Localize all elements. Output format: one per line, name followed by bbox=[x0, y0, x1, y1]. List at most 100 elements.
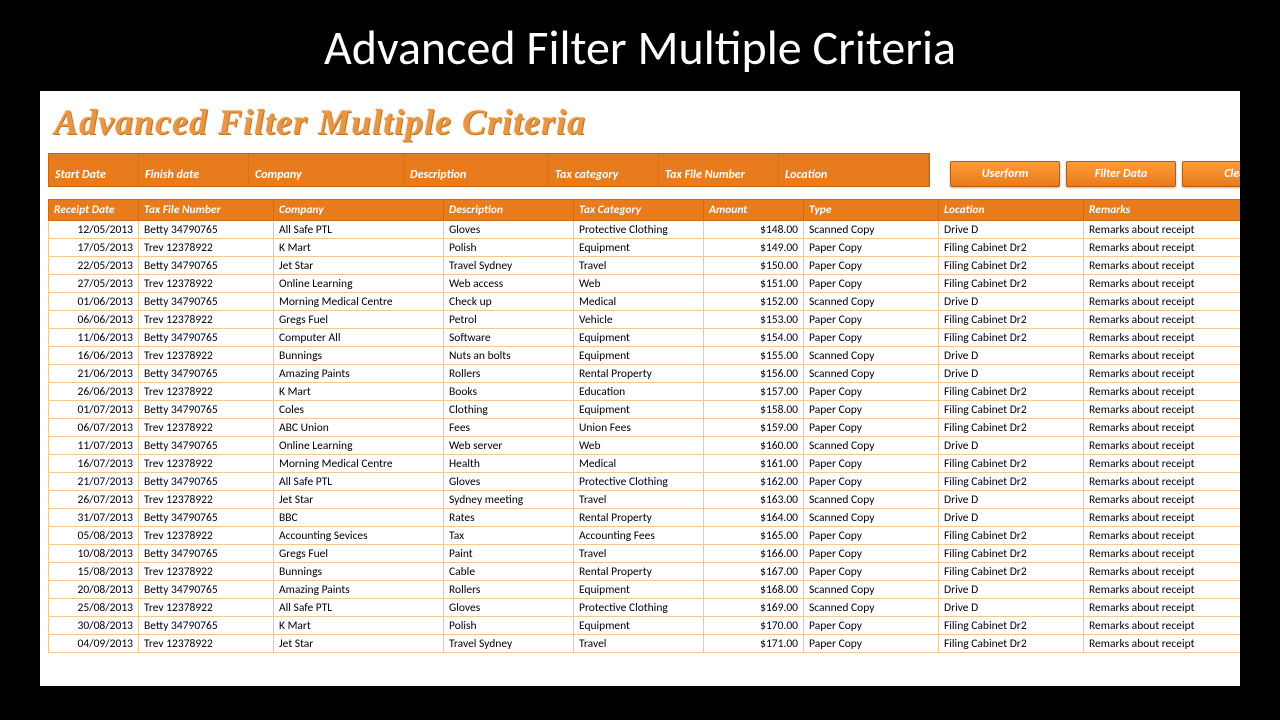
cell[interactable]: Medical bbox=[574, 293, 704, 311]
column-header[interactable]: Receipt Date bbox=[49, 200, 139, 221]
cell[interactable]: Filing Cabinet Dr2 bbox=[939, 563, 1084, 581]
table-row[interactable]: 27/05/2013Trev 12378922Online LearningWe… bbox=[49, 275, 1241, 293]
cell[interactable]: $170.00 bbox=[704, 617, 804, 635]
cell[interactable]: Trev 12378922 bbox=[139, 383, 274, 401]
cell[interactable]: $163.00 bbox=[704, 491, 804, 509]
cell[interactable]: Trev 12378922 bbox=[139, 563, 274, 581]
cell[interactable]: Accounting Sevices bbox=[274, 527, 444, 545]
cell[interactable]: Scanned Copy bbox=[804, 347, 939, 365]
cell[interactable]: Web access bbox=[444, 275, 574, 293]
table-row[interactable]: 06/07/2013Trev 12378922ABC UnionFeesUnio… bbox=[49, 419, 1241, 437]
cell[interactable]: Paper Copy bbox=[804, 545, 939, 563]
table-row[interactable]: 21/07/2013Betty 34790765All Safe PTLGlov… bbox=[49, 473, 1241, 491]
cell[interactable]: Scanned Copy bbox=[804, 221, 939, 239]
cell[interactable]: Coles bbox=[274, 401, 444, 419]
cell[interactable]: All Safe PTL bbox=[274, 221, 444, 239]
cell[interactable]: Equipment bbox=[574, 581, 704, 599]
cell[interactable]: 01/06/2013 bbox=[49, 293, 139, 311]
filter-data-button[interactable]: Filter Data bbox=[1066, 161, 1176, 187]
table-row[interactable]: 05/08/2013Trev 12378922Accounting Sevice… bbox=[49, 527, 1241, 545]
cell[interactable]: Paper Copy bbox=[804, 473, 939, 491]
cell[interactable]: Trev 12378922 bbox=[139, 275, 274, 293]
cell[interactable]: Rollers bbox=[444, 581, 574, 599]
cell[interactable]: Scanned Copy bbox=[804, 599, 939, 617]
cell[interactable]: Bunnings bbox=[274, 347, 444, 365]
cell[interactable]: Morning Medical Centre bbox=[274, 293, 444, 311]
cell[interactable]: K Mart bbox=[274, 617, 444, 635]
cell[interactable]: 20/08/2013 bbox=[49, 581, 139, 599]
cell[interactable]: Health bbox=[444, 455, 574, 473]
cell[interactable]: Filing Cabinet Dr2 bbox=[939, 617, 1084, 635]
cell[interactable]: Scanned Copy bbox=[804, 509, 939, 527]
cell[interactable]: 21/06/2013 bbox=[49, 365, 139, 383]
cell[interactable]: Betty 34790765 bbox=[139, 617, 274, 635]
cell[interactable]: Scanned Copy bbox=[804, 581, 939, 599]
cell[interactable]: Filing Cabinet Dr2 bbox=[939, 383, 1084, 401]
cell[interactable]: Remarks about receipt bbox=[1084, 365, 1241, 383]
cell[interactable]: Cable bbox=[444, 563, 574, 581]
cell[interactable]: Online Learning bbox=[274, 275, 444, 293]
table-row[interactable]: 06/06/2013Trev 12378922Gregs FuelPetrolV… bbox=[49, 311, 1241, 329]
cell[interactable]: $156.00 bbox=[704, 365, 804, 383]
cell[interactable]: Remarks about receipt bbox=[1084, 221, 1241, 239]
cell[interactable]: 06/07/2013 bbox=[49, 419, 139, 437]
cell[interactable]: Betty 34790765 bbox=[139, 509, 274, 527]
cell[interactable]: $171.00 bbox=[704, 635, 804, 653]
cell[interactable]: Remarks about receipt bbox=[1084, 293, 1241, 311]
cell[interactable]: Sydney meeting bbox=[444, 491, 574, 509]
cell[interactable]: Travel bbox=[574, 257, 704, 275]
cell[interactable]: Accounting Fees bbox=[574, 527, 704, 545]
table-row[interactable]: 10/08/2013Betty 34790765Gregs FuelPaintT… bbox=[49, 545, 1241, 563]
cell[interactable]: Paper Copy bbox=[804, 455, 939, 473]
cell[interactable]: $168.00 bbox=[704, 581, 804, 599]
cell[interactable]: Equipment bbox=[574, 401, 704, 419]
cell[interactable]: Drive D bbox=[939, 347, 1084, 365]
table-row[interactable]: 30/08/2013Betty 34790765K MartPolishEqui… bbox=[49, 617, 1241, 635]
cell[interactable]: Online Learning bbox=[274, 437, 444, 455]
criteria-header[interactable]: Company bbox=[249, 154, 404, 186]
cell[interactable]: Betty 34790765 bbox=[139, 581, 274, 599]
cell[interactable]: $149.00 bbox=[704, 239, 804, 257]
cell[interactable]: Scanned Copy bbox=[804, 365, 939, 383]
cell[interactable]: Paper Copy bbox=[804, 527, 939, 545]
column-header[interactable]: Amount bbox=[704, 200, 804, 221]
cell[interactable]: Paper Copy bbox=[804, 257, 939, 275]
cell[interactable]: 01/07/2013 bbox=[49, 401, 139, 419]
criteria-header[interactable]: Description bbox=[404, 154, 549, 186]
cell[interactable]: Remarks about receipt bbox=[1084, 635, 1241, 653]
cell[interactable]: Gregs Fuel bbox=[274, 545, 444, 563]
cell[interactable]: ABC Union bbox=[274, 419, 444, 437]
cell[interactable]: Gregs Fuel bbox=[274, 311, 444, 329]
cell[interactable]: Paper Copy bbox=[804, 419, 939, 437]
cell[interactable]: Remarks about receipt bbox=[1084, 257, 1241, 275]
cell[interactable]: Paper Copy bbox=[804, 401, 939, 419]
cell[interactable]: Remarks about receipt bbox=[1084, 527, 1241, 545]
table-row[interactable]: 20/08/2013Betty 34790765Amazing PaintsRo… bbox=[49, 581, 1241, 599]
cell[interactable]: Paint bbox=[444, 545, 574, 563]
cell[interactable]: Betty 34790765 bbox=[139, 365, 274, 383]
table-row[interactable]: 12/05/2013Betty 34790765All Safe PTLGlov… bbox=[49, 221, 1241, 239]
criteria-header[interactable]: Start Date bbox=[49, 154, 139, 186]
cell[interactable]: Betty 34790765 bbox=[139, 257, 274, 275]
cell[interactable]: Filing Cabinet Dr2 bbox=[939, 329, 1084, 347]
cell[interactable]: Jet Star bbox=[274, 257, 444, 275]
cell[interactable]: Travel bbox=[574, 491, 704, 509]
column-header[interactable]: Company bbox=[274, 200, 444, 221]
table-row[interactable]: 25/08/2013Trev 12378922All Safe PTLGlove… bbox=[49, 599, 1241, 617]
cell[interactable]: Web bbox=[574, 437, 704, 455]
cell[interactable]: Polish bbox=[444, 617, 574, 635]
cell[interactable]: $153.00 bbox=[704, 311, 804, 329]
cell[interactable]: 11/07/2013 bbox=[49, 437, 139, 455]
cell[interactable]: Rollers bbox=[444, 365, 574, 383]
cell[interactable]: 05/08/2013 bbox=[49, 527, 139, 545]
cell[interactable]: $158.00 bbox=[704, 401, 804, 419]
cell[interactable]: $148.00 bbox=[704, 221, 804, 239]
cell[interactable]: Protective Clothing bbox=[574, 473, 704, 491]
cell[interactable]: $165.00 bbox=[704, 527, 804, 545]
cell[interactable]: Clothing bbox=[444, 401, 574, 419]
cell[interactable]: $154.00 bbox=[704, 329, 804, 347]
cell[interactable]: Betty 34790765 bbox=[139, 437, 274, 455]
cell[interactable]: Trev 12378922 bbox=[139, 311, 274, 329]
cell[interactable]: $155.00 bbox=[704, 347, 804, 365]
cell[interactable]: Filing Cabinet Dr2 bbox=[939, 311, 1084, 329]
